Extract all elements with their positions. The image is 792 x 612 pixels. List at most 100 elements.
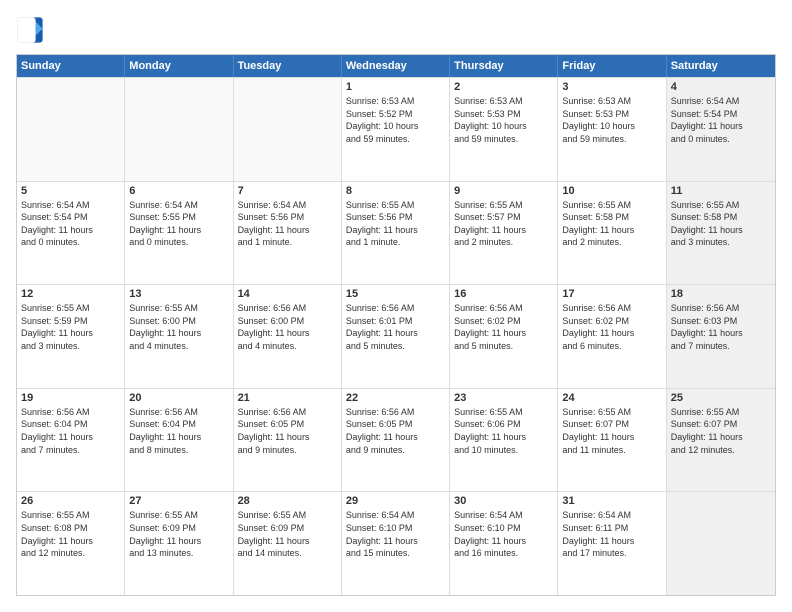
header-day-tuesday: Tuesday — [234, 55, 342, 77]
calendar-body: 1 Sunrise: 6:53 AM Sunset: 5:52 PM Daylig… — [17, 77, 775, 595]
cell-info: Sunrise: 6:56 AM Sunset: 6:03 PM Dayligh… — [671, 302, 771, 352]
cal-cell-2-4: 16Sunrise: 6:56 AM Sunset: 6:02 PM Dayli… — [450, 285, 558, 388]
cell-info: Sunrise: 6:55 AM Sunset: 6:09 PM Dayligh… — [129, 509, 228, 559]
day-number: 6 — [129, 185, 228, 197]
cell-info: Sunrise: 6:56 AM Sunset: 6:04 PM Dayligh… — [129, 406, 228, 456]
cal-cell-2-6: 18 Sunrise: 6:56 AM Sunset: 6:03 PM Dayli… — [667, 285, 775, 388]
cal-cell-4-4: 30 Sunrise: 6:54 AM Sunset: 6:10 PM Dayli… — [450, 492, 558, 595]
cal-cell-2-5: 17 Sunrise: 6:56 AM Sunset: 6:02 PM Dayli… — [558, 285, 666, 388]
calendar-row-2: 12 Sunrise: 6:55 AM Sunset: 5:59 PM Dayli… — [17, 284, 775, 388]
cell-info: Sunrise: 6:55 AM Sunset: 6:06 PM Dayligh… — [454, 406, 553, 456]
day-number: 28 — [238, 495, 337, 507]
cell-info: Sunrise: 6:55 AM Sunset: 5:58 PM Dayligh… — [671, 199, 771, 249]
cal-cell-0-0 — [17, 78, 125, 181]
day-number: 22 — [346, 392, 445, 404]
cal-cell-3-6: 25 Sunrise: 6:55 AM Sunset: 6:07 PM Dayli… — [667, 389, 775, 492]
cell-info: Sunrise: 6:56 AM Sunset: 6:01 PM Dayligh… — [346, 302, 445, 352]
cal-cell-0-5: 3 Sunrise: 6:53 AM Sunset: 5:53 PM Daylig… — [558, 78, 666, 181]
cell-info: Sunrise: 6:55 AM Sunset: 5:59 PM Dayligh… — [21, 302, 120, 352]
day-number: 13 — [129, 288, 228, 300]
header-day-saturday: Saturday — [667, 55, 775, 77]
cell-info: Sunrise: 6:55 AM Sunset: 6:07 PM Dayligh… — [562, 406, 661, 456]
logo-icon — [16, 16, 44, 44]
header-day-friday: Friday — [558, 55, 666, 77]
cal-cell-1-2: 7 Sunrise: 6:54 AM Sunset: 5:56 PM Daylig… — [234, 182, 342, 285]
cell-info: Sunrise: 6:55 AM Sunset: 6:08 PM Dayligh… — [21, 509, 120, 559]
day-number: 30 — [454, 495, 553, 507]
day-number: 19 — [21, 392, 120, 404]
cell-info: Sunrise: 6:55 AM Sunset: 5:57 PM Dayligh… — [454, 199, 553, 249]
cell-info: Sunrise: 6:54 AM Sunset: 5:55 PM Dayligh… — [129, 199, 228, 249]
cal-cell-4-1: 27 Sunrise: 6:55 AM Sunset: 6:09 PM Dayli… — [125, 492, 233, 595]
cal-cell-1-4: 9Sunrise: 6:55 AM Sunset: 5:57 PM Daylig… — [450, 182, 558, 285]
cell-info: Sunrise: 6:55 AM Sunset: 5:58 PM Dayligh… — [562, 199, 661, 249]
cell-info: Sunrise: 6:53 AM Sunset: 5:53 PM Dayligh… — [562, 95, 661, 145]
day-number: 12 — [21, 288, 120, 300]
cell-info: Sunrise: 6:55 AM Sunset: 6:09 PM Dayligh… — [238, 509, 337, 559]
header-day-monday: Monday — [125, 55, 233, 77]
day-number: 17 — [562, 288, 661, 300]
day-number: 25 — [671, 392, 771, 404]
day-number: 26 — [21, 495, 120, 507]
calendar-row-0: 1 Sunrise: 6:53 AM Sunset: 5:52 PM Daylig… — [17, 77, 775, 181]
calendar: SundayMondayTuesdayWednesdayThursdayFrid… — [16, 54, 776, 596]
cal-cell-2-3: 15Sunrise: 6:56 AM Sunset: 6:01 PM Dayli… — [342, 285, 450, 388]
day-number: 31 — [562, 495, 661, 507]
cell-info: Sunrise: 6:56 AM Sunset: 6:05 PM Dayligh… — [238, 406, 337, 456]
calendar-row-3: 19 Sunrise: 6:56 AM Sunset: 6:04 PM Dayli… — [17, 388, 775, 492]
cal-cell-2-2: 14 Sunrise: 6:56 AM Sunset: 6:00 PM Dayli… — [234, 285, 342, 388]
cal-cell-3-3: 22 Sunrise: 6:56 AM Sunset: 6:05 PM Dayli… — [342, 389, 450, 492]
cal-cell-1-3: 8 Sunrise: 6:55 AM Sunset: 5:56 PM Daylig… — [342, 182, 450, 285]
day-number: 3 — [562, 81, 661, 93]
cell-info: Sunrise: 6:54 AM Sunset: 6:10 PM Dayligh… — [346, 509, 445, 559]
cal-cell-0-6: 4Sunrise: 6:54 AM Sunset: 5:54 PM Daylig… — [667, 78, 775, 181]
cal-cell-0-3: 1 Sunrise: 6:53 AM Sunset: 5:52 PM Daylig… — [342, 78, 450, 181]
cal-cell-1-1: 6 Sunrise: 6:54 AM Sunset: 5:55 PM Daylig… — [125, 182, 233, 285]
day-number: 4 — [671, 81, 771, 93]
cal-cell-4-5: 31 Sunrise: 6:54 AM Sunset: 6:11 PM Dayli… — [558, 492, 666, 595]
calendar-row-4: 26 Sunrise: 6:55 AM Sunset: 6:08 PM Dayli… — [17, 491, 775, 595]
header — [16, 16, 776, 44]
day-number: 7 — [238, 185, 337, 197]
cal-cell-2-1: 13 Sunrise: 6:55 AM Sunset: 6:00 PM Dayli… — [125, 285, 233, 388]
cell-info: Sunrise: 6:53 AM Sunset: 5:52 PM Dayligh… — [346, 95, 445, 145]
day-number: 2 — [454, 81, 553, 93]
day-number: 16 — [454, 288, 553, 300]
day-number: 18 — [671, 288, 771, 300]
cal-cell-4-3: 29 Sunrise: 6:54 AM Sunset: 6:10 PM Dayli… — [342, 492, 450, 595]
day-number: 11 — [671, 185, 771, 197]
logo — [16, 16, 48, 44]
day-number: 5 — [21, 185, 120, 197]
cal-cell-4-0: 26 Sunrise: 6:55 AM Sunset: 6:08 PM Dayli… — [17, 492, 125, 595]
cell-info: Sunrise: 6:55 AM Sunset: 6:00 PM Dayligh… — [129, 302, 228, 352]
cal-cell-3-4: 23Sunrise: 6:55 AM Sunset: 6:06 PM Dayli… — [450, 389, 558, 492]
day-number: 21 — [238, 392, 337, 404]
cal-cell-2-0: 12 Sunrise: 6:55 AM Sunset: 5:59 PM Dayli… — [17, 285, 125, 388]
cell-info: Sunrise: 6:54 AM Sunset: 6:11 PM Dayligh… — [562, 509, 661, 559]
cell-info: Sunrise: 6:55 AM Sunset: 6:07 PM Dayligh… — [671, 406, 771, 456]
cal-cell-0-1 — [125, 78, 233, 181]
day-number: 24 — [562, 392, 661, 404]
cell-info: Sunrise: 6:56 AM Sunset: 6:05 PM Dayligh… — [346, 406, 445, 456]
page: SundayMondayTuesdayWednesdayThursdayFrid… — [0, 0, 792, 612]
cell-info: Sunrise: 6:54 AM Sunset: 5:54 PM Dayligh… — [21, 199, 120, 249]
day-number: 14 — [238, 288, 337, 300]
cal-cell-0-2 — [234, 78, 342, 181]
cal-cell-1-5: 10Sunrise: 6:55 AM Sunset: 5:58 PM Dayli… — [558, 182, 666, 285]
cal-cell-3-5: 24 Sunrise: 6:55 AM Sunset: 6:07 PM Dayli… — [558, 389, 666, 492]
cell-info: Sunrise: 6:56 AM Sunset: 6:00 PM Dayligh… — [238, 302, 337, 352]
cal-cell-1-0: 5 Sunrise: 6:54 AM Sunset: 5:54 PM Daylig… — [17, 182, 125, 285]
header-day-thursday: Thursday — [450, 55, 558, 77]
day-number: 1 — [346, 81, 445, 93]
cell-info: Sunrise: 6:54 AM Sunset: 6:10 PM Dayligh… — [454, 509, 553, 559]
cell-info: Sunrise: 6:55 AM Sunset: 5:56 PM Dayligh… — [346, 199, 445, 249]
cal-cell-3-1: 20Sunrise: 6:56 AM Sunset: 6:04 PM Dayli… — [125, 389, 233, 492]
day-number: 8 — [346, 185, 445, 197]
cal-cell-3-2: 21 Sunrise: 6:56 AM Sunset: 6:05 PM Dayli… — [234, 389, 342, 492]
calendar-header: SundayMondayTuesdayWednesdayThursdayFrid… — [17, 55, 775, 77]
day-number: 27 — [129, 495, 228, 507]
cell-info: Sunrise: 6:54 AM Sunset: 5:56 PM Dayligh… — [238, 199, 337, 249]
day-number: 29 — [346, 495, 445, 507]
cell-info: Sunrise: 6:53 AM Sunset: 5:53 PM Dayligh… — [454, 95, 553, 145]
cell-info: Sunrise: 6:56 AM Sunset: 6:02 PM Dayligh… — [562, 302, 661, 352]
